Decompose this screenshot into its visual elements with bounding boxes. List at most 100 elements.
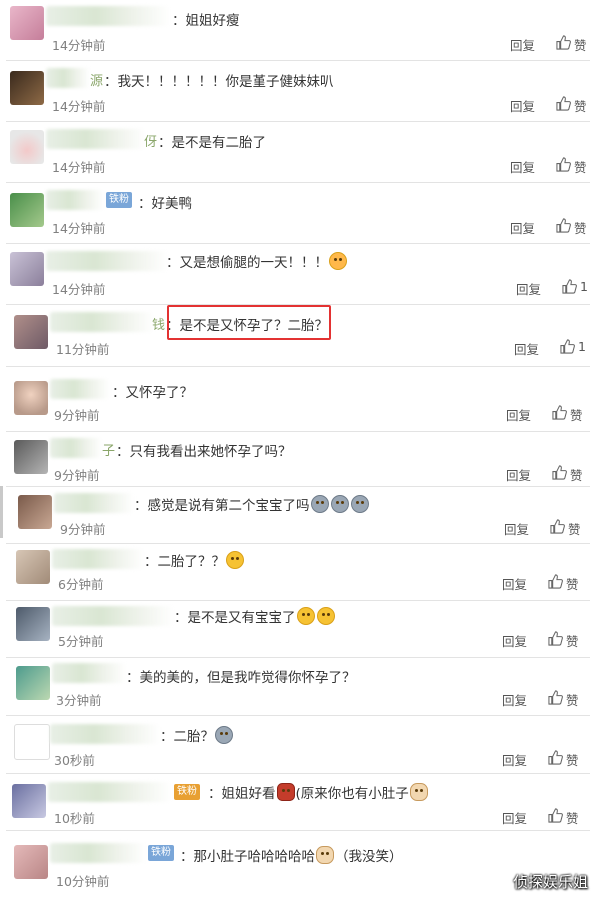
thumbs-up-icon[interactable]	[560, 339, 575, 354]
username-blurred[interactable]	[50, 438, 102, 458]
crying-emoji-icon	[350, 495, 369, 513]
reply-button[interactable]: 回复	[502, 750, 527, 769]
username-blurred[interactable]	[50, 724, 160, 744]
reply-button[interactable]: 回复	[510, 157, 535, 176]
iron-fan-badge: 铁粉	[174, 784, 200, 800]
reply-button[interactable]: 回复	[510, 96, 535, 115]
thumbs-up-icon[interactable]	[548, 808, 563, 823]
like-label[interactable]: 赞	[566, 631, 579, 650]
username-blurred[interactable]	[46, 129, 146, 149]
reply-button[interactable]: 回复	[516, 279, 541, 298]
reply-button[interactable]: 回复	[502, 574, 527, 593]
comment-row: 源 ：我天！！！！！！你是堇子健妹妹叭 14分钟前 回复 赞	[6, 61, 590, 122]
like-label[interactable]: 赞	[570, 465, 583, 484]
cat-emoji-icon	[409, 783, 428, 801]
username-tail[interactable]: 子	[102, 440, 115, 459]
username-blurred[interactable]	[52, 549, 144, 569]
thumbs-up-icon[interactable]	[552, 465, 567, 480]
reply-button[interactable]: 回复	[502, 808, 527, 827]
reply-button[interactable]: 回复	[506, 465, 531, 484]
reply-button[interactable]: 回复	[510, 35, 535, 54]
reply-button[interactable]: 回复	[504, 519, 529, 538]
avatar[interactable]	[10, 6, 44, 40]
timestamp: 14分钟前	[52, 99, 106, 114]
username-blurred[interactable]	[46, 190, 104, 210]
comment-text: ：美的美的，但是我咋觉得你怀孕了？	[126, 670, 356, 686]
like-label[interactable]: 赞	[566, 690, 579, 709]
avatar[interactable]	[10, 71, 44, 105]
thumbs-up-icon[interactable]	[548, 574, 563, 589]
comment-text: ：又怀孕了？	[112, 385, 193, 401]
like-label[interactable]: 赞	[570, 405, 583, 424]
reply-button[interactable]: 回复	[502, 690, 527, 709]
like-label[interactable]: 赞	[566, 574, 579, 593]
comment-row: ：又怀孕了？ 9分钟前 回复 赞	[6, 367, 590, 432]
username-blurred[interactable]	[52, 663, 126, 683]
username-tail[interactable]: 伢	[144, 131, 157, 150]
comment-text: ：二胎？	[160, 725, 234, 745]
thumbs-up-icon[interactable]	[562, 279, 577, 294]
like-label[interactable]: 赞	[574, 35, 587, 54]
comment-row: ：姐姐好瘦 14分钟前 回复 赞	[6, 0, 590, 61]
reply-button[interactable]: 回复	[502, 631, 527, 650]
comment-text: ：那小肚子哈哈哈哈哈 （我没笑）	[180, 845, 403, 865]
avatar[interactable]	[10, 130, 44, 164]
comment-text-body: ：又是想偷腿的一天！！！	[166, 255, 328, 271]
reply-button[interactable]: 回复	[506, 405, 531, 424]
username-blurred[interactable]	[52, 606, 174, 626]
timestamp: 10分钟前	[56, 874, 110, 889]
avatar[interactable]	[14, 381, 48, 415]
comment-text-body: ：是不是又有宝宝了	[174, 610, 296, 626]
thumbs-up-icon[interactable]	[556, 35, 571, 50]
username-blurred[interactable]	[46, 6, 170, 26]
thumbs-up-icon[interactable]	[548, 750, 563, 765]
like-label[interactable]: 赞	[566, 750, 579, 769]
username-tail[interactable]: 源	[90, 70, 103, 89]
thumbs-up-icon[interactable]	[548, 631, 563, 646]
avatar[interactable]	[12, 784, 46, 818]
avatar[interactable]	[14, 315, 48, 349]
username-blurred[interactable]	[46, 251, 168, 271]
avatar[interactable]	[14, 845, 48, 879]
avatar[interactable]	[14, 440, 48, 474]
crying-emoji-icon	[310, 495, 329, 513]
timestamp: 30秒前	[54, 753, 95, 768]
thumbs-up-icon[interactable]	[556, 96, 571, 111]
reply-button[interactable]: 回复	[514, 339, 539, 358]
username-tail[interactable]: 钱	[152, 314, 165, 333]
thumbs-up-icon[interactable]	[548, 690, 563, 705]
thumbs-up-icon[interactable]	[556, 218, 571, 233]
avatar[interactable]	[16, 550, 50, 584]
comment-row: ：美的美的，但是我咋觉得你怀孕了？ 3分钟前 回复 赞	[6, 658, 590, 716]
avatar[interactable]	[10, 193, 44, 227]
avatar[interactable]	[18, 495, 52, 529]
comment-text-body: ：二胎？	[160, 729, 214, 745]
like-label[interactable]: 赞	[574, 96, 587, 115]
avatar[interactable]	[16, 666, 50, 700]
thumbs-up-icon[interactable]	[550, 519, 565, 534]
reply-button[interactable]: 回复	[510, 218, 535, 237]
comment-text: ：只有我看出来她怀孕了吗？	[116, 444, 292, 460]
thumbs-up-icon[interactable]	[556, 157, 571, 172]
username-blurred[interactable]	[50, 379, 110, 399]
comment-text-body: ：那小肚子哈哈哈哈哈	[180, 849, 315, 865]
like-label[interactable]: 赞	[566, 808, 579, 827]
avatar[interactable]	[10, 252, 44, 286]
username-blurred[interactable]	[54, 493, 134, 513]
timestamp: 14分钟前	[52, 221, 106, 236]
highlight-box	[167, 305, 331, 340]
avatar[interactable]	[14, 724, 50, 760]
cat-emoji-icon	[316, 846, 334, 864]
like-count[interactable]: 1	[580, 279, 588, 294]
avatar[interactable]	[16, 607, 50, 641]
like-count[interactable]: 1	[578, 339, 586, 354]
username-blurred[interactable]	[50, 312, 154, 332]
username-blurred[interactable]	[46, 68, 90, 88]
like-label[interactable]: 赞	[574, 218, 587, 237]
like-label[interactable]: 赞	[568, 519, 581, 538]
username-blurred[interactable]	[48, 782, 172, 802]
username-blurred[interactable]	[50, 843, 146, 863]
comment-row: 铁粉 ：好美鸭 14分钟前 回复 赞	[6, 183, 590, 244]
thumbs-up-icon[interactable]	[552, 405, 567, 420]
like-label[interactable]: 赞	[574, 157, 587, 176]
